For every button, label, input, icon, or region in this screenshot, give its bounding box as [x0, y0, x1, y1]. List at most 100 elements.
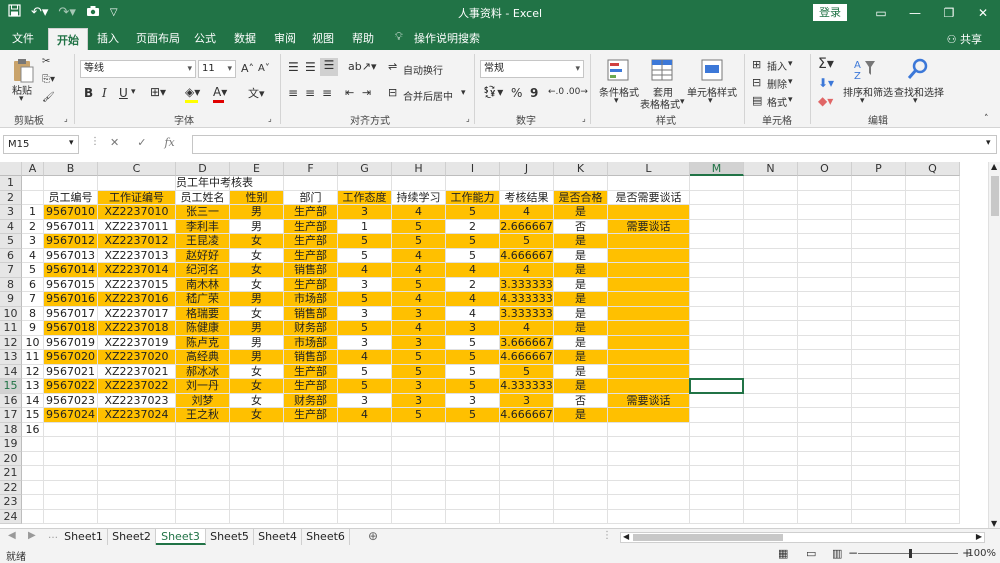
table-cell[interactable]: 5 — [446, 350, 500, 365]
row-header[interactable]: 18 — [0, 422, 22, 437]
table-cell[interactable] — [798, 306, 852, 321]
table-cell[interactable] — [608, 408, 690, 423]
table-cell[interactable]: 4 — [446, 306, 500, 321]
table-cell[interactable]: 1 — [22, 205, 44, 220]
table-cell[interactable] — [98, 422, 176, 437]
table-cell[interactable]: XZ2237011 — [98, 219, 176, 234]
table-cell[interactable] — [500, 422, 554, 437]
table-cell[interactable]: 3 — [338, 277, 392, 292]
borders-icon[interactable]: ⊞▾ — [150, 85, 166, 99]
table-cell[interactable]: 9567012 — [44, 234, 98, 249]
table-cell[interactable]: 女 — [230, 248, 284, 263]
align-right-icon[interactable]: ≡ — [322, 86, 332, 100]
table-cell[interactable]: 男 — [230, 350, 284, 365]
table-cell[interactable] — [98, 480, 176, 495]
table-cell[interactable] — [690, 393, 744, 408]
insert-cells-button[interactable]: 插入 — [767, 58, 787, 73]
table-cell[interactable]: 格瑞要 — [176, 306, 230, 321]
table-cell[interactable] — [852, 437, 906, 452]
table-cell[interactable] — [608, 422, 690, 437]
tab-view[interactable]: 视图 — [312, 30, 334, 46]
column-header-g[interactable]: G — [338, 162, 392, 176]
conditional-format-dropdown-icon[interactable]: ▾ — [614, 96, 619, 106]
table-cell[interactable] — [608, 509, 690, 524]
alignment-launcher-icon[interactable]: ⌟ — [466, 114, 470, 123]
table-cell[interactable]: 王之秋 — [176, 408, 230, 423]
table-cell[interactable]: 1 — [338, 219, 392, 234]
table-cell[interactable] — [744, 248, 798, 263]
vertical-scrollbar[interactable]: ▲ ▼ — [988, 162, 1000, 528]
table-cell[interactable] — [22, 495, 44, 510]
table-cell[interactable] — [744, 190, 798, 205]
table-cell[interactable] — [798, 219, 852, 234]
table-cell[interactable] — [852, 422, 906, 437]
table-cell[interactable] — [744, 408, 798, 423]
table-cell[interactable] — [906, 451, 960, 466]
cell-styles-icon[interactable] — [700, 58, 724, 82]
find-select-dropdown-icon[interactable]: ▾ — [913, 96, 918, 106]
table-cell[interactable]: 9567015 — [44, 277, 98, 292]
table-cell[interactable] — [446, 495, 500, 510]
zoom-slider-thumb[interactable] — [909, 549, 912, 558]
table-cell[interactable] — [608, 480, 690, 495]
font-name-select[interactable]: 等线 ▾ — [80, 60, 196, 78]
table-cell[interactable]: 4 — [446, 263, 500, 278]
table-cell[interactable]: 王昆凌 — [176, 234, 230, 249]
table-cell[interactable] — [44, 480, 98, 495]
header-cell[interactable]: 考核结果 — [500, 190, 554, 205]
table-cell[interactable] — [500, 451, 554, 466]
table-cell[interactable] — [608, 263, 690, 278]
column-header-e[interactable]: E — [230, 162, 284, 176]
table-cell[interactable] — [230, 480, 284, 495]
table-cell[interactable] — [22, 466, 44, 481]
table-cell[interactable] — [500, 466, 554, 481]
table-cell[interactable] — [744, 437, 798, 452]
table-cell[interactable] — [98, 451, 176, 466]
merge-center-button[interactable]: 合并后居中 — [403, 88, 453, 103]
table-cell[interactable] — [44, 495, 98, 510]
find-select-icon[interactable] — [905, 56, 931, 82]
table-cell[interactable] — [744, 234, 798, 249]
sheet-next-icon[interactable]: ▶ — [28, 530, 36, 541]
table-cell[interactable]: 3 — [22, 234, 44, 249]
font-size-select[interactable]: 11 ▾ — [198, 60, 236, 78]
table-cell[interactable] — [906, 495, 960, 510]
table-cell[interactable]: 生产部 — [284, 379, 338, 394]
table-cell[interactable]: 9 — [22, 321, 44, 336]
table-cell[interactable]: 是 — [554, 321, 608, 336]
table-cell[interactable]: 4 — [500, 205, 554, 220]
table-cell[interactable] — [690, 190, 744, 205]
table-cell[interactable]: 是 — [554, 364, 608, 379]
table-cell[interactable] — [338, 466, 392, 481]
table-cell[interactable] — [392, 509, 446, 524]
font-color-icon[interactable]: A▾ — [213, 85, 227, 99]
table-cell[interactable]: 3 — [446, 321, 500, 336]
table-cell[interactable]: 9567010 — [44, 205, 98, 220]
table-cell[interactable]: 9567017 — [44, 306, 98, 321]
table-cell[interactable] — [98, 495, 176, 510]
table-cell[interactable]: 生产部 — [284, 277, 338, 292]
table-cell[interactable]: 销售部 — [284, 306, 338, 321]
cell-styles-dropdown-icon[interactable]: ▾ — [708, 96, 713, 106]
table-cell[interactable] — [852, 379, 906, 394]
currency-icon[interactable]: 💱︎▾ — [482, 85, 503, 99]
table-cell[interactable]: 是 — [554, 277, 608, 292]
table-cell[interactable]: 5 — [500, 234, 554, 249]
table-cell[interactable]: 市场部 — [284, 292, 338, 307]
table-cell[interactable] — [690, 234, 744, 249]
table-cell[interactable] — [608, 437, 690, 452]
table-cell[interactable] — [852, 495, 906, 510]
table-cell[interactable]: 3 — [392, 335, 446, 350]
normal-view-icon[interactable]: ▦ — [778, 547, 788, 560]
scroll-right-icon[interactable]: ▶ — [976, 532, 982, 541]
format-as-table-line2[interactable]: 表格格式 — [640, 96, 680, 111]
table-cell[interactable] — [338, 495, 392, 510]
table-cell[interactable]: 4 — [500, 263, 554, 278]
table-cell[interactable]: 5 — [446, 379, 500, 394]
sheet-tab-sheet2[interactable]: Sheet2 — [108, 529, 156, 545]
number-launcher-icon[interactable]: ⌟ — [582, 114, 586, 123]
table-cell[interactable]: 5 — [392, 277, 446, 292]
table-cell[interactable]: 男 — [230, 321, 284, 336]
table-cell[interactable]: XZ2237013 — [98, 248, 176, 263]
table-cell[interactable] — [338, 422, 392, 437]
